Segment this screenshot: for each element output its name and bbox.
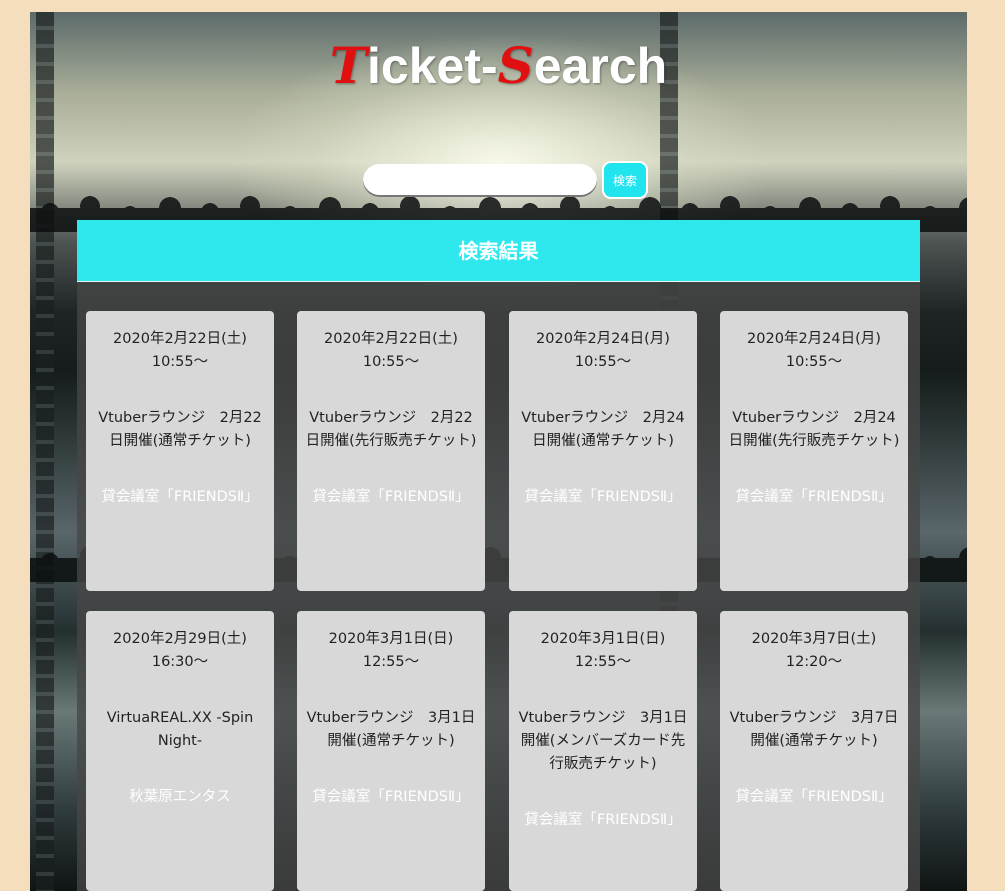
event-title: Vtuberラウンジ 2月24日開催(先行販売チケット) (728, 410, 900, 449)
logo-s-letter: S (497, 36, 534, 95)
event-card[interactable]: 2020年2月22日(土) 10:55～ Vtuberラウンジ 2月22日開催(通常… (86, 311, 274, 591)
event-date: 2020年2月22日(土) (324, 331, 458, 347)
event-card[interactable]: 2020年2月24日(月) 10:55～ Vtuberラウンジ 2月24日開催(先行… (720, 311, 908, 591)
event-time: 12:20～ (785, 654, 843, 670)
event-date: 2020年3月1日(日) (540, 631, 666, 647)
event-venue: 貸会議室「FRIENDSⅡ」 (312, 789, 470, 805)
event-card[interactable]: 2020年3月1日(日) 12:55～ Vtuberラウンジ 3月1日開催(メンバー… (509, 611, 697, 891)
event-venue: 貸会議室「FRIENDSⅡ」 (735, 489, 893, 505)
event-time: 10:55～ (362, 354, 420, 370)
event-date: 2020年2月22日(土) (113, 331, 247, 347)
event-title: Vtuberラウンジ 2月24日開催(通常チケット) (521, 410, 685, 449)
event-time: 10:55～ (574, 354, 632, 370)
search-button[interactable]: 検索 (602, 161, 648, 199)
logo-text-part2: earch (533, 38, 668, 94)
event-date: 2020年3月1日(日) (328, 631, 454, 647)
event-title: VirtuaREAL.XX -Spin Night- (106, 710, 254, 749)
event-venue: 貸会議室「FRIENDSⅡ」 (735, 789, 893, 805)
event-time: 12:55～ (362, 654, 420, 670)
logo-t-letter: T (329, 36, 368, 95)
event-time: 10:55～ (151, 354, 209, 370)
site-logo[interactable]: Ticket-Search (30, 36, 967, 95)
event-time: 16:30～ (151, 654, 209, 670)
event-venue: 貸会議室「FRIENDSⅡ」 (524, 812, 682, 828)
event-time: 12:55～ (574, 654, 632, 670)
event-venue: 貸会議室「FRIENDSⅡ」 (524, 489, 682, 505)
event-title: Vtuberラウンジ 2月22日開催(通常チケット) (98, 410, 262, 449)
event-title: Vtuberラウンジ 3月1日開催(通常チケット) (306, 710, 476, 749)
results-heading: 検索結果 (77, 220, 920, 282)
event-date: 2020年2月24日(月) (536, 331, 670, 347)
event-card[interactable]: 2020年3月1日(日) 12:55～ Vtuberラウンジ 3月1日開催(通常チケ… (297, 611, 485, 891)
event-title: Vtuberラウンジ 3月7日開催(通常チケット) (729, 710, 899, 749)
event-card[interactable]: 2020年2月29日(土) 16:30～ VirtuaREAL.XX -Spin N… (86, 611, 274, 891)
event-date: 2020年2月29日(土) (113, 631, 247, 647)
logo-text-part1: icket- (367, 38, 498, 94)
event-venue: 秋葉原エンタス (129, 789, 231, 805)
event-time: 10:55～ (785, 354, 843, 370)
event-card[interactable]: 2020年2月22日(土) 10:55～ Vtuberラウンジ 2月22日開催(先行… (297, 311, 485, 591)
search-input[interactable] (363, 164, 597, 197)
event-title: Vtuberラウンジ 3月1日開催(メンバーズカード先行販売チケット) (518, 710, 688, 772)
event-card[interactable]: 2020年3月7日(土) 12:20～ Vtuberラウンジ 3月7日開催(通常チケ… (720, 611, 908, 891)
event-date: 2020年2月24日(月) (747, 331, 881, 347)
event-venue: 貸会議室「FRIENDSⅡ」 (312, 489, 470, 505)
event-date: 2020年3月7日(土) (751, 631, 877, 647)
stage-truss-left (36, 12, 54, 891)
event-title: Vtuberラウンジ 2月22日開催(先行販売チケット) (305, 410, 477, 449)
event-venue: 貸会議室「FRIENDSⅡ」 (101, 489, 259, 505)
event-card[interactable]: 2020年2月24日(月) 10:55～ Vtuberラウンジ 2月24日開催(通常… (509, 311, 697, 591)
